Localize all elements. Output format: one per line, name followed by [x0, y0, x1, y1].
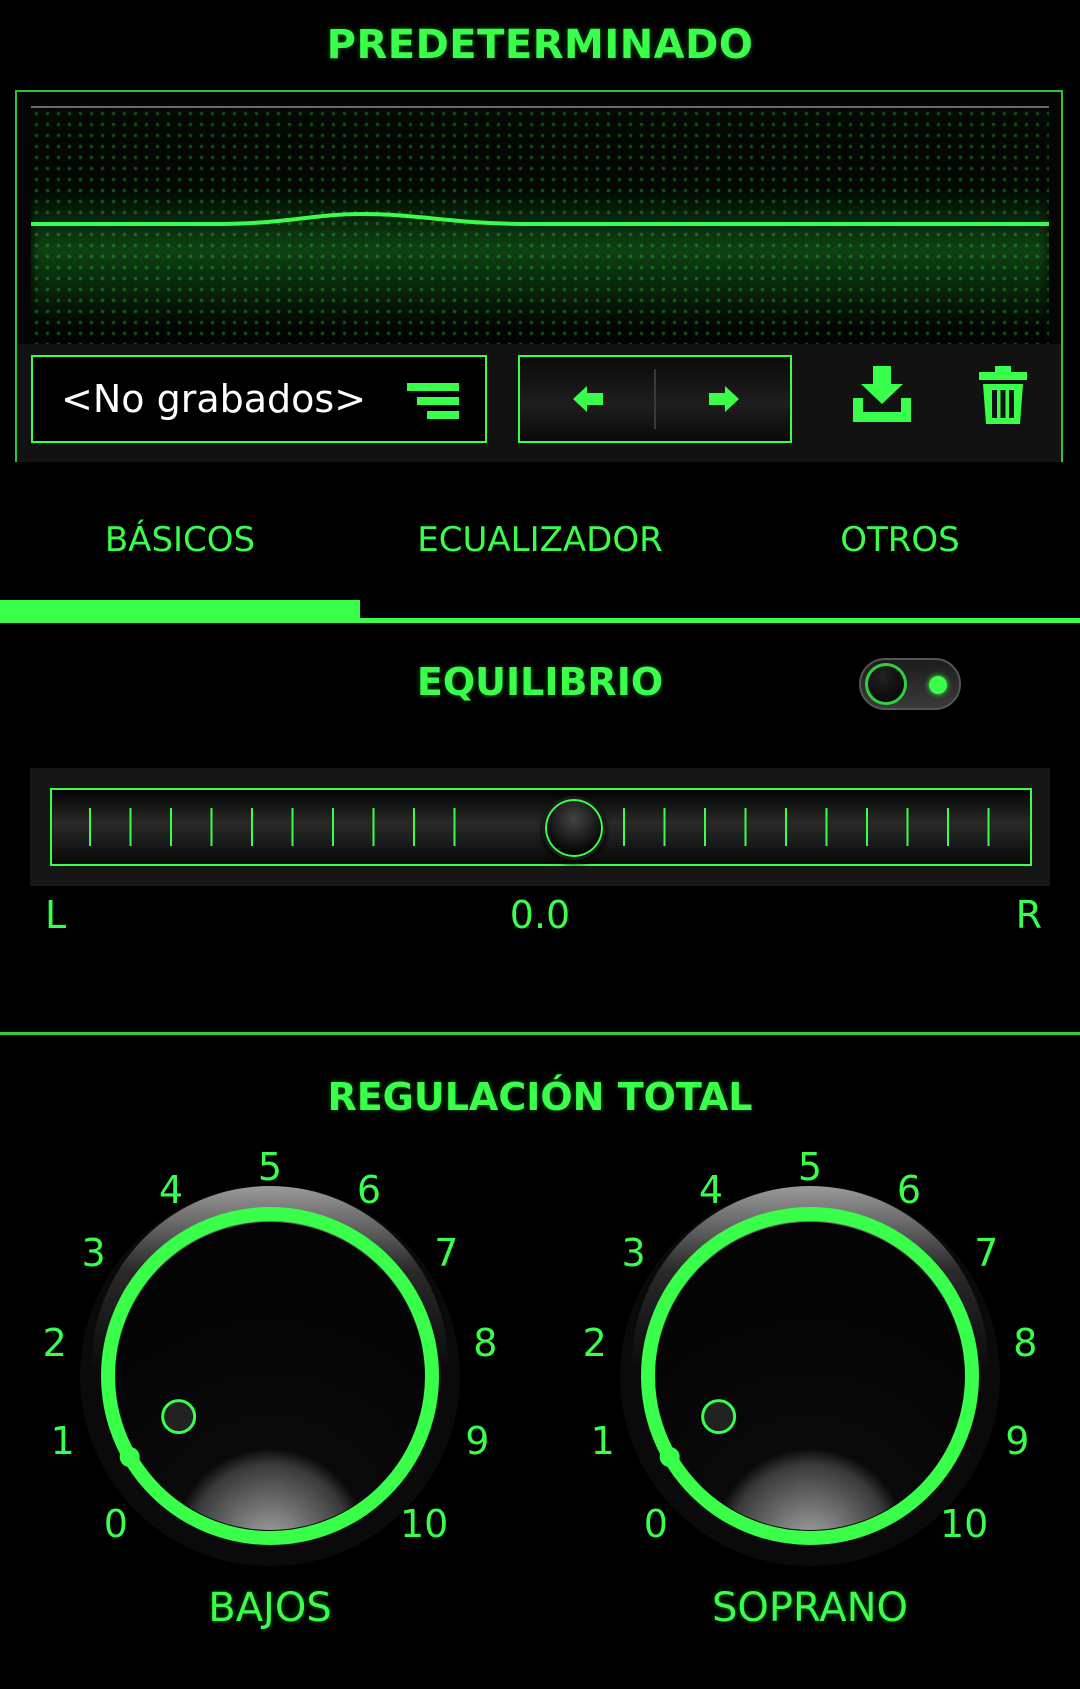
- arrow-left-icon: [572, 386, 603, 412]
- knob-position-marker: [701, 1399, 737, 1435]
- dial-scale-number: 2: [42, 1321, 67, 1366]
- download-save-icon: [853, 366, 911, 422]
- preset-nav: [518, 355, 792, 443]
- bass-knob-group: BAJOS 0 1 2 3 4 5 6 7 8 9 10: [0, 1130, 540, 1650]
- knob-rim-indicator: [659, 1447, 680, 1467]
- balance-right-label: R: [1015, 893, 1042, 937]
- treble-knob-group: SOPRANO 0 1 2 3 4 5 6 7 8 9 10: [540, 1130, 1080, 1650]
- tab-underline: [0, 618, 1080, 623]
- balance-slider[interactable]: [50, 788, 1032, 866]
- prev-preset-button[interactable]: [520, 357, 655, 441]
- slider-ticks: [89, 808, 990, 846]
- tab-basicos[interactable]: BÁSICOS: [0, 520, 360, 560]
- arrow-right-icon: [708, 386, 739, 412]
- delete-preset-button[interactable]: [979, 366, 1027, 428]
- knob-rim-indicator: [119, 1447, 140, 1467]
- toggle-indicator-dot: [929, 676, 947, 694]
- preset-name: <No grabados>: [61, 377, 367, 421]
- next-preset-button[interactable]: [656, 357, 791, 441]
- page-title: PREDETERMINADO: [326, 22, 754, 68]
- tab-bar: BÁSICOS ECUALIZADOR OTROS: [0, 520, 1080, 625]
- toggle-knob: [865, 663, 907, 705]
- bass-knob[interactable]: [70, 1176, 470, 1576]
- balance-slider-thumb[interactable]: [542, 796, 606, 860]
- section-divider: [0, 1032, 1080, 1035]
- dial-scale-number: 8: [473, 1321, 498, 1366]
- preset-panel: <No grabados>: [15, 90, 1063, 462]
- treble-knob[interactable]: [610, 1176, 1010, 1576]
- balance-slider-panel: [30, 768, 1050, 886]
- preset-selector[interactable]: <No grabados>: [31, 355, 487, 443]
- total-title: REGULACIÓN TOTAL: [327, 1075, 753, 1119]
- balance-value: 0.0: [509, 893, 571, 937]
- preset-controls: <No grabados>: [17, 344, 1061, 462]
- dial-scale-number: 8: [1013, 1321, 1038, 1366]
- balance-toggle[interactable]: [859, 658, 961, 710]
- list-menu-icon: [407, 383, 459, 419]
- knob-position-marker: [161, 1399, 197, 1435]
- tab-ecualizador[interactable]: ECUALIZADOR: [360, 520, 720, 560]
- trash-icon: [979, 366, 1027, 424]
- save-preset-button[interactable]: [851, 366, 913, 428]
- active-tab-indicator: [0, 600, 360, 620]
- knob-label-soprano: SOPRANO: [712, 1585, 908, 1631]
- dial-scale-number: 2: [582, 1321, 607, 1366]
- tab-otros[interactable]: OTROS: [720, 520, 1080, 560]
- knob-label-bajos: BAJOS: [208, 1585, 332, 1631]
